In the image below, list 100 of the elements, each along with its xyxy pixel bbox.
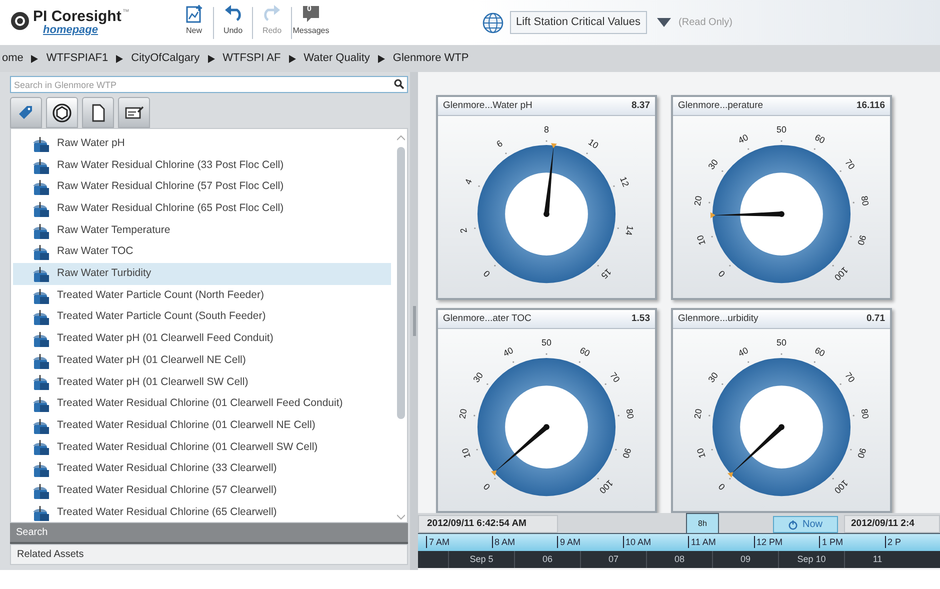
search-field[interactable]: Search in Glenmore WTP: [10, 76, 408, 93]
scale-label: 12: [618, 175, 632, 188]
breadcrumb-link[interactable]: Glenmore WTP: [392, 50, 469, 67]
asset-list-item[interactable]: Raw Water Residual Chlorine (33 Post Floc Cell): [13, 154, 391, 176]
day-label: 07: [608, 552, 618, 566]
asset-icon: [31, 156, 51, 175]
scale-label: 70: [842, 370, 857, 384]
duration-tab[interactable]: 8h: [686, 513, 719, 533]
day-label: Sep 5: [470, 552, 494, 566]
scrollbar-thumb[interactable]: [397, 147, 405, 419]
scale-label: 20: [692, 408, 704, 420]
asset-icon: [31, 286, 51, 305]
asset-icon: [31, 243, 51, 262]
scale-label: 90: [856, 446, 868, 460]
scale-label: 40: [501, 345, 515, 358]
read-only-label: (Read Only): [678, 16, 732, 30]
asset-list-item[interactable]: Treated Water Residual Chlorine (01 Clearwell SW Cell): [13, 436, 391, 458]
gauge-title: Glenmore...perature: [678, 98, 764, 113]
scale-label: 20: [692, 195, 704, 206]
hour-label: 1 PM: [819, 536, 844, 548]
gauge-value: 1.53: [632, 312, 650, 326]
asset-icon: [31, 352, 51, 370]
asset-list-item[interactable]: Raw Water Residual Chlorine (65 Post Floc Cell): [13, 198, 391, 220]
scale-label: 30: [706, 157, 720, 172]
breadcrumb-link[interactable]: ome: [2, 50, 24, 67]
logo-icon: [10, 11, 30, 31]
asset-icon: [31, 438, 51, 456]
breadcrumb-arrow-icon: [116, 54, 124, 62]
scale-label: 60: [578, 345, 592, 358]
gauge-needle: [728, 424, 784, 478]
day-label: 08: [674, 552, 684, 566]
gauge-card[interactable]: Glenmore...Water pH 8.37 0 2 4 6 8 10 12 14 15: [436, 95, 657, 300]
now-button[interactable]: Now: [773, 516, 838, 533]
scale-label: 50: [776, 338, 786, 348]
breadcrumb-arrow-icon: [31, 54, 38, 62]
gauge-title: Glenmore...ater TOC: [443, 312, 532, 326]
undo-button[interactable]: Undo: [214, 4, 252, 44]
gauge-value: 16.116: [856, 98, 885, 113]
panel-header[interactable]: Search: [10, 523, 408, 544]
gauge-card[interactable]: Glenmore...ater TOC 1.53 0 10 20 30 40 50 60 70 80 90 100: [436, 308, 657, 513]
asset-icon: [31, 395, 51, 414]
splitter-handle[interactable]: [410, 72, 418, 570]
scale-label: 60: [813, 345, 827, 358]
asset-list-item[interactable]: Raw Water TOC: [13, 241, 391, 264]
breadcrumb-link[interactable]: WTFSPI AF: [222, 50, 281, 67]
gauge-title: Glenmore...urbidity: [678, 312, 758, 326]
breadcrumb-link[interactable]: CityOfCalgary: [131, 50, 200, 67]
asset-icon: [31, 200, 51, 218]
panel-header[interactable]: Related Assets: [10, 544, 408, 565]
day-label: 06: [542, 552, 552, 566]
chart-page-icon: [184, 4, 204, 24]
gauge-card[interactable]: Glenmore...perature 16.116 0 10 20 30 40 50 60 70 80 90 100: [671, 95, 892, 300]
new-button[interactable]: New: [175, 4, 213, 44]
breadcrumb-link[interactable]: WTFSPIAF1: [46, 50, 108, 67]
asset-list-item[interactable]: Treated Water Residual Chlorine (01 Clearwell Feed Conduit): [13, 393, 391, 415]
asset-list-item[interactable]: Raw Water pH: [13, 133, 391, 155]
undo-icon: [223, 4, 243, 24]
asset-list-item[interactable]: Raw Water Residual Chlorine (57 Post Floc Cell): [13, 176, 391, 198]
scale-label: 60: [813, 132, 827, 146]
globe-icon: [482, 12, 504, 34]
hour-label: 2 P: [884, 536, 902, 548]
asset-list-item[interactable]: Raw Water Temperature: [13, 220, 391, 242]
timeline-hour-axis[interactable]: 7 AM 8 AM 9 AM 10 AM 11 AM 12 PM 1 PM 2 P: [418, 533, 940, 551]
asset-list-item[interactable]: Treated Water Residual Chlorine (65 Clearwell): [13, 502, 391, 522]
redo-icon: [262, 4, 282, 24]
asset-icon: [31, 330, 51, 348]
hour-label: 10 AM: [622, 536, 652, 548]
filter-tab[interactable]: [82, 97, 114, 128]
dropdown-arrow-icon: [656, 18, 671, 28]
breadcrumb-arrow-icon: [288, 54, 296, 62]
homepage-link[interactable]: homepage: [43, 25, 98, 36]
asset-list-item[interactable]: Treated Water Particle Count (North Feeder): [13, 284, 391, 306]
filter-tab[interactable]: [46, 97, 78, 128]
asset-icon: [31, 222, 51, 240]
asset-list-item[interactable]: Treated Water Residual Chlorine (01 Clearwell NE Cell): [13, 414, 391, 437]
end-time-field[interactable]: 2012/09/11 2:4: [844, 515, 940, 533]
asset-list-item[interactable]: Treated Water Particle Count (South Feeder): [13, 306, 391, 328]
asset-list-item[interactable]: Treated Water Residual Chlorine (57 Clearwell): [13, 480, 391, 502]
asset-list-item[interactable]: Treated Water Residual Chlorine (33 Clearwell): [13, 458, 391, 480]
scale-label: 70: [842, 157, 857, 172]
breadcrumb-link[interactable]: Water Quality: [304, 50, 370, 67]
asset-list-item[interactable]: Treated Water pH (01 Clearwell NE Cell): [13, 350, 391, 372]
scale-label: 0: [716, 482, 728, 492]
hour-label: 7 AM: [426, 536, 450, 548]
scale-label: 40: [736, 132, 750, 146]
scale-label: 10: [694, 234, 708, 246]
search-icon: [394, 79, 404, 89]
timeline-day-axis[interactable]: Sep 5 06 07 08 09 Sep 10 11: [418, 551, 940, 568]
asset-list-item[interactable]: Treated Water pH (01 Clearwell SW Cell): [13, 372, 391, 394]
hour-label: 11 AM: [688, 536, 716, 548]
filter-tab[interactable]: [118, 97, 150, 128]
scale-label: 100: [832, 265, 850, 283]
display-name-field[interactable]: Lift Station Critical Values: [510, 11, 647, 34]
scale-label: 100: [597, 478, 615, 496]
gauge-card[interactable]: Glenmore...urbidity 0.71 0 10 20 30 40 50 60 70 80 90 100: [671, 308, 892, 513]
asset-list-item[interactable]: Treated Water pH (01 Clearwell Feed Conduit): [13, 328, 391, 350]
start-time-field[interactable]: 2012/09/11 6:42:54 AM: [418, 515, 558, 533]
asset-list-item[interactable]: Raw Water Turbidity: [13, 263, 391, 285]
scale-label: 0: [481, 482, 492, 492]
scale-label: 40: [736, 345, 750, 358]
